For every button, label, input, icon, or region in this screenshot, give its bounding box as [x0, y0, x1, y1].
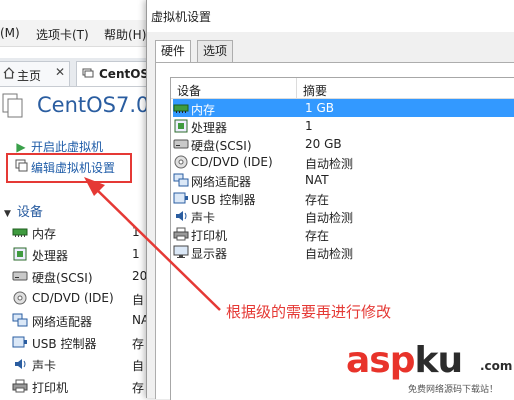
column-divider[interactable]: [296, 78, 297, 98]
vm-icon: [82, 67, 94, 79]
vm-title: CentOS7.0: [37, 93, 150, 117]
device-name: CD/DVD (IDE): [32, 291, 114, 305]
table-row[interactable]: 网络适配器 NAT: [173, 171, 514, 189]
row-summary: 存在: [305, 229, 330, 243]
device-row-printer[interactable]: 打印机 存: [12, 376, 150, 398]
tab-home-label: 主页: [17, 69, 42, 83]
row-device-name: CD/DVD (IDE): [191, 155, 273, 169]
row-device-name: 硬盘(SCSI): [191, 139, 252, 153]
dialog-title: 虚拟机设置: [151, 10, 212, 24]
hard-disk-icon: [12, 269, 28, 283]
device-row-cd-dvd[interactable]: CD/DVD (IDE) 自: [12, 288, 150, 310]
device-row-network[interactable]: 网络适配器 NA: [12, 310, 150, 332]
column-device[interactable]: 设备: [177, 82, 201, 99]
vm-logo-icon: [2, 92, 24, 118]
device-value: 1: [132, 225, 140, 239]
network-adapter-icon: [173, 173, 189, 187]
close-icon[interactable]: ✕: [55, 65, 65, 79]
table-row[interactable]: 处理器 1: [173, 117, 514, 135]
tab-hardware[interactable]: 硬件: [155, 40, 192, 63]
menu-item-tabs[interactable]: 选项卡(T): [36, 26, 89, 43]
highlight-box: [6, 153, 132, 183]
row-device-name: 显示器: [191, 247, 228, 261]
sound-card-icon: [173, 209, 189, 223]
devices-header-label: 设备: [16, 205, 43, 220]
cd-dvd-icon: [12, 291, 28, 305]
tab-home[interactable]: 主页 ✕: [0, 61, 70, 86]
row-summary: 自动检测: [305, 211, 354, 225]
watermark-logo: aspku .com 免费网络源码下载站！: [346, 340, 513, 395]
row-summary: NAT: [305, 173, 329, 187]
device-name: USB 控制器: [32, 337, 97, 351]
printer-icon: [173, 227, 189, 241]
table-row[interactable]: 打印机 存在: [173, 225, 514, 243]
table-row[interactable]: CD/DVD (IDE) 自动检测: [173, 153, 514, 171]
cpu-icon: [12, 247, 28, 261]
device-row-hard-disk[interactable]: 硬盘(SCSI) 20: [12, 266, 150, 288]
tab-options[interactable]: 选项: [197, 40, 234, 62]
table-row[interactable]: 显示器 自动检测: [173, 243, 514, 261]
dialog-tabs: 硬件 选项: [155, 40, 514, 63]
device-row-cpu[interactable]: 处理器 1: [12, 244, 150, 266]
home-icon: [3, 67, 15, 79]
device-value: 自: [132, 293, 145, 307]
device-value: 存: [132, 337, 145, 351]
row-summary: 20 GB: [305, 137, 342, 151]
device-value: 1: [132, 247, 140, 261]
device-row-usb[interactable]: USB 控制器 存: [12, 332, 150, 354]
play-icon: ▶: [16, 140, 26, 154]
row-summary: 1: [305, 119, 313, 133]
device-name: 声卡: [32, 359, 57, 373]
device-name: 硬盘(SCSI): [32, 271, 93, 285]
row-device-name: 网络适配器: [191, 175, 252, 189]
row-device-name: USB 控制器: [191, 193, 256, 207]
row-summary: 1 GB: [305, 101, 334, 115]
collapse-icon: ▼: [4, 209, 11, 219]
vm-settings-dialog: 虚拟机设置 硬件 选项 设备 摘要 内存 1 GB 处理器 1 硬盘(SCSI)…: [146, 0, 514, 400]
row-device-name: 内存: [191, 103, 216, 117]
memory-icon: [173, 101, 189, 115]
device-value: 自: [132, 359, 145, 373]
dialog-titlebar[interactable]: 虚拟机设置: [147, 0, 514, 32]
hard-disk-icon: [173, 137, 189, 151]
device-name: 内存: [32, 227, 57, 241]
table-header: 设备 摘要: [171, 78, 514, 99]
device-value: 存: [132, 381, 145, 395]
device-row-sound[interactable]: 声卡 自: [12, 354, 150, 376]
cd-dvd-icon: [173, 155, 189, 169]
usb-icon: [12, 335, 28, 349]
table-row[interactable]: USB 控制器 存在: [173, 189, 514, 207]
cpu-icon: [173, 119, 189, 133]
table-row[interactable]: 内存 1 GB: [173, 99, 514, 117]
row-summary: 自动检测: [305, 247, 354, 261]
column-summary[interactable]: 摘要: [303, 82, 327, 99]
row-summary: 存在: [305, 193, 330, 207]
power-on-label: 开启此虚拟机: [31, 140, 104, 154]
memory-icon: [12, 225, 28, 239]
device-row-memory[interactable]: 内存 1: [12, 222, 150, 244]
tab-bar: 主页 ✕ CentOS7: [0, 58, 158, 87]
display-icon: [173, 245, 189, 259]
row-summary: 自动检测: [305, 157, 354, 171]
device-name: 打印机: [32, 381, 69, 395]
sound-card-icon: [12, 357, 28, 371]
device-name: 网络适配器: [32, 315, 93, 329]
row-device-name: 处理器: [191, 121, 228, 135]
devices-header[interactable]: ▼ 设备: [4, 201, 43, 220]
device-value: 20: [132, 269, 148, 283]
table-row[interactable]: 声卡 自动检测: [173, 207, 514, 225]
annotation-text: 根据级的需要再进行修改: [226, 303, 392, 321]
table-row[interactable]: 硬盘(SCSI) 20 GB: [173, 135, 514, 153]
menu-item-help[interactable]: 帮助(H): [104, 26, 146, 43]
device-name: 处理器: [32, 249, 69, 263]
menu-item-m[interactable]: (M): [0, 26, 20, 40]
printer-icon: [12, 379, 28, 393]
menu-bar: (M) 选项卡(T) 帮助(H): [0, 20, 150, 47]
row-device-name: 打印机: [191, 229, 228, 243]
network-adapter-icon: [12, 313, 28, 327]
usb-icon: [173, 191, 189, 205]
row-device-name: 声卡: [191, 211, 216, 225]
